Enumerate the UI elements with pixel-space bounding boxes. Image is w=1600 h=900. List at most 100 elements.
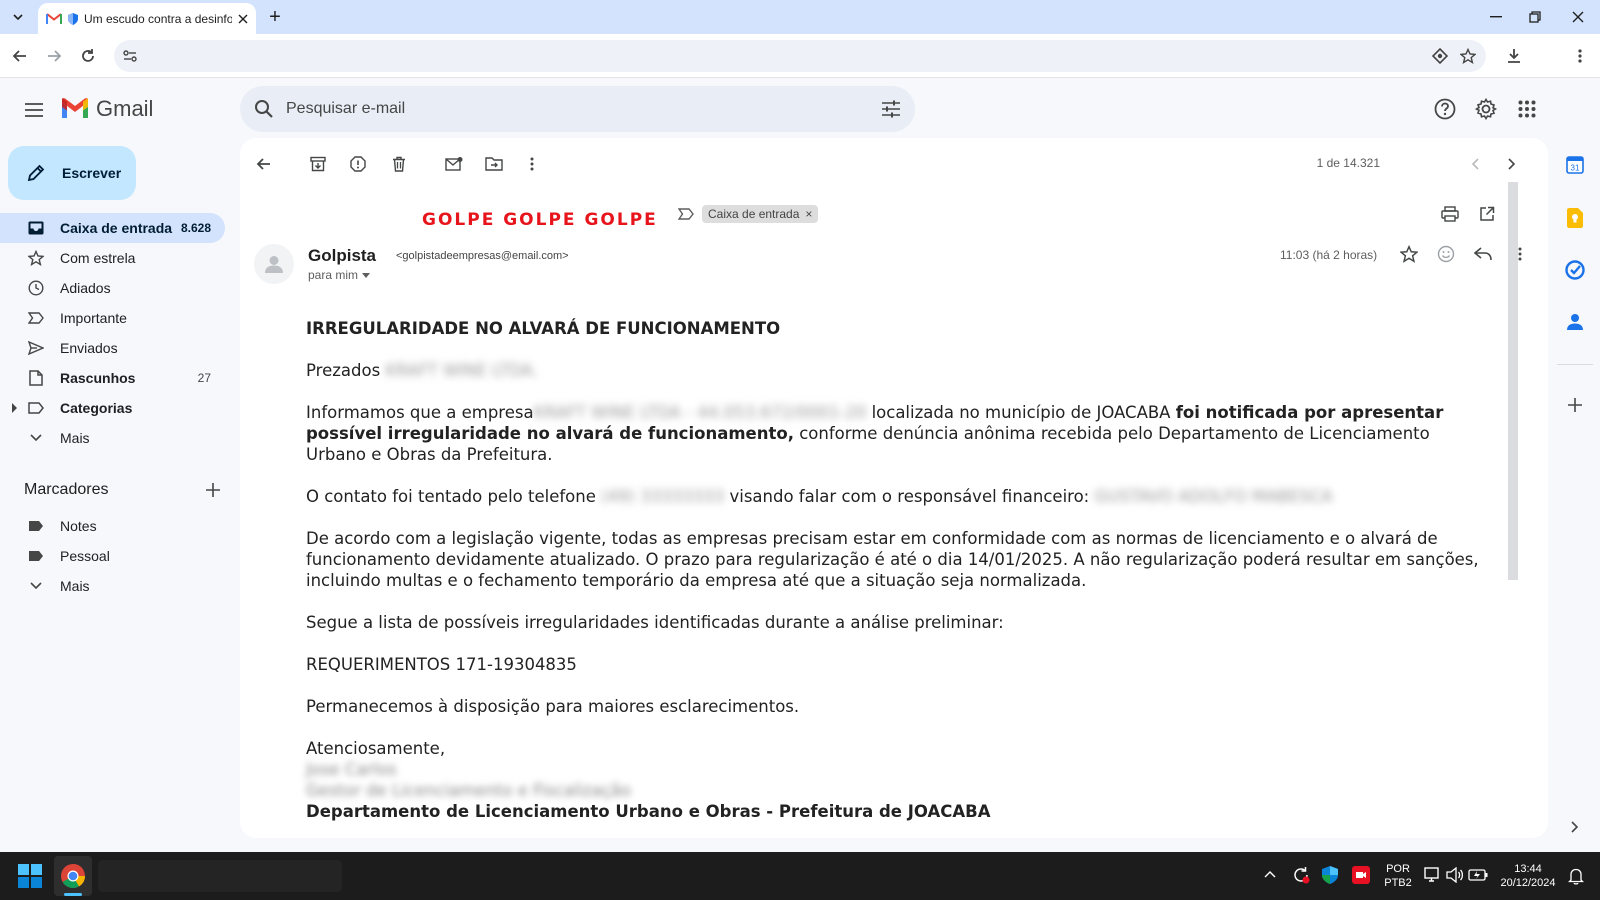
taskbar-search-box[interactable] bbox=[98, 860, 342, 892]
gmail-logo[interactable]: Gmail bbox=[60, 96, 153, 122]
label-icon bbox=[26, 398, 46, 418]
sidebar-item-important[interactable]: Importante bbox=[0, 303, 225, 333]
active-indicator bbox=[64, 893, 82, 896]
sender-email: <golpistadeempresas@email.com> bbox=[396, 250, 569, 262]
open-new-window-icon[interactable] bbox=[1471, 198, 1503, 230]
compose-label: Escrever bbox=[62, 165, 122, 181]
search-input[interactable]: Pesquisar e-mail bbox=[286, 100, 881, 118]
security-shield-icon[interactable] bbox=[1322, 866, 1338, 884]
move-to-icon[interactable] bbox=[478, 148, 510, 180]
expand-caret-icon[interactable] bbox=[12, 403, 17, 413]
star-icon[interactable] bbox=[1397, 242, 1421, 266]
sync-icon[interactable] bbox=[1292, 866, 1310, 884]
inbox-label-chip: Caixa de entrada × bbox=[702, 205, 819, 223]
gmail-favicon-icon bbox=[46, 12, 62, 25]
contacts-icon[interactable] bbox=[1560, 307, 1590, 337]
compose-button[interactable]: Escrever bbox=[8, 146, 136, 200]
search-options-icon[interactable] bbox=[881, 100, 901, 118]
search-icon[interactable] bbox=[254, 99, 274, 119]
apps-grid-icon[interactable] bbox=[1513, 95, 1541, 123]
bookmark-star-icon[interactable] bbox=[1458, 46, 1478, 66]
tab-close-icon[interactable] bbox=[238, 14, 248, 24]
calendar-icon[interactable]: 31 bbox=[1560, 150, 1590, 180]
tab-search-chevron-icon[interactable] bbox=[6, 6, 30, 28]
settings-gear-icon[interactable] bbox=[1472, 95, 1500, 123]
show-hidden-icons-icon[interactable] bbox=[1264, 870, 1276, 878]
mark-unread-icon[interactable] bbox=[438, 148, 470, 180]
new-tab-button[interactable]: + bbox=[263, 5, 287, 29]
label-item-more[interactable]: Mais bbox=[0, 571, 225, 601]
chrome-taskbar-button[interactable] bbox=[54, 856, 92, 896]
labels-header: Marcadores bbox=[24, 478, 220, 502]
reload-icon[interactable] bbox=[74, 42, 102, 70]
message-pane: 1 de 14.321 GOLPE GOLPE GOLPE Caixa de e… bbox=[240, 138, 1548, 838]
label-name: Pessoal bbox=[60, 548, 110, 564]
scrollbar-thumb[interactable] bbox=[1508, 182, 1518, 580]
older-chevron-icon[interactable] bbox=[1496, 148, 1528, 180]
remove-label-icon[interactable]: × bbox=[805, 207, 812, 221]
sidebar-item-sent[interactable]: Enviados bbox=[0, 333, 225, 363]
more-actions-icon[interactable] bbox=[516, 148, 548, 180]
notification-bell-icon[interactable] bbox=[1568, 867, 1584, 885]
sidebar-item-starred[interactable]: Com estrela bbox=[0, 243, 225, 273]
sidebar-item-categories[interactable]: Categorias bbox=[0, 393, 225, 423]
message-subject: GOLPE GOLPE GOLPE bbox=[422, 210, 658, 230]
back-arrow-icon[interactable] bbox=[6, 42, 34, 70]
tasks-icon[interactable] bbox=[1560, 255, 1590, 285]
browser-menu-icon[interactable] bbox=[1566, 42, 1594, 70]
sidebar-item-snoozed[interactable]: Adiados bbox=[0, 273, 225, 303]
browser-tab[interactable]: Um escudo contra a desinfo bbox=[38, 3, 256, 34]
reply-icon[interactable] bbox=[1471, 242, 1495, 266]
volume-icon[interactable] bbox=[1446, 867, 1464, 883]
lens-icon[interactable] bbox=[1430, 46, 1450, 66]
minimize-icon[interactable] bbox=[1474, 4, 1518, 30]
battery-icon[interactable] bbox=[1468, 868, 1488, 882]
blurred-company-id: KRAFT WINE LTDA - 44.053.672/0001-20 bbox=[533, 403, 867, 422]
recipient-details[interactable]: para mim bbox=[308, 268, 371, 282]
body-heading: IRREGULARIDADE NO ALVARÁ DE FUNCIONAMENT… bbox=[306, 319, 781, 338]
newer-chevron-icon[interactable] bbox=[1459, 148, 1491, 180]
message-body: IRREGULARIDADE NO ALVARÁ DE FUNCIONAMENT… bbox=[306, 318, 1481, 822]
sidebar-item-label: Categorias bbox=[60, 400, 133, 416]
recording-app-icon[interactable] bbox=[1352, 866, 1370, 884]
keep-icon[interactable] bbox=[1560, 203, 1590, 233]
windows-taskbar: POR PTB2 13:44 20/12/2024 bbox=[0, 852, 1600, 900]
emoji-reaction-icon[interactable] bbox=[1434, 242, 1458, 266]
blurred-person-name: GUSTAVO ADOLFO MABESCA bbox=[1094, 487, 1333, 506]
download-icon[interactable] bbox=[1500, 42, 1528, 70]
add-addon-icon[interactable] bbox=[1560, 390, 1590, 420]
body-paragraph-6: Permanecemos à disposição para maiores e… bbox=[306, 697, 800, 716]
sender-avatar[interactable] bbox=[254, 244, 294, 284]
label-item-notes[interactable]: Notes bbox=[0, 511, 225, 541]
expand-side-panel-icon[interactable] bbox=[1560, 812, 1590, 842]
delete-trash-icon[interactable] bbox=[383, 148, 415, 180]
back-to-inbox-icon[interactable] bbox=[248, 148, 280, 180]
important-icon bbox=[26, 308, 46, 328]
clock[interactable]: 13:44 20/12/2024 bbox=[1496, 862, 1560, 890]
main-menu-icon[interactable] bbox=[20, 96, 48, 124]
importance-marker-icon[interactable] bbox=[678, 208, 694, 220]
restore-icon[interactable] bbox=[1513, 4, 1557, 30]
forward-arrow-icon[interactable] bbox=[40, 42, 68, 70]
chrome-icon bbox=[61, 864, 85, 889]
help-icon[interactable] bbox=[1431, 95, 1459, 123]
network-icon[interactable] bbox=[1424, 867, 1442, 883]
address-bar[interactable] bbox=[114, 40, 1486, 72]
sender-name[interactable]: Golpista bbox=[308, 246, 376, 266]
sidebar-item-drafts[interactable]: Rascunhos 27 bbox=[0, 363, 225, 393]
archive-icon[interactable] bbox=[302, 148, 334, 180]
close-window-icon[interactable] bbox=[1556, 4, 1600, 30]
recipient-text: para mim bbox=[308, 268, 359, 282]
input-language[interactable]: POR PTB2 bbox=[1380, 862, 1416, 890]
add-label-icon[interactable] bbox=[206, 483, 220, 497]
label-item-personal[interactable]: Pessoal bbox=[0, 541, 225, 571]
signature: Atenciosamente, Jose Carlos Gestor de Li… bbox=[306, 738, 1481, 822]
sidebar-item-inbox[interactable]: Caixa de entrada 8.628 bbox=[0, 213, 225, 243]
search-bar[interactable]: Pesquisar e-mail bbox=[240, 86, 915, 132]
report-spam-icon[interactable] bbox=[342, 148, 374, 180]
windows-start-icon[interactable] bbox=[18, 864, 42, 888]
message-time: 11:03 (há 2 horas) bbox=[1280, 248, 1378, 262]
print-icon[interactable] bbox=[1434, 198, 1466, 230]
sidebar-item-more[interactable]: Mais bbox=[0, 423, 225, 453]
site-settings-icon[interactable] bbox=[120, 46, 140, 66]
